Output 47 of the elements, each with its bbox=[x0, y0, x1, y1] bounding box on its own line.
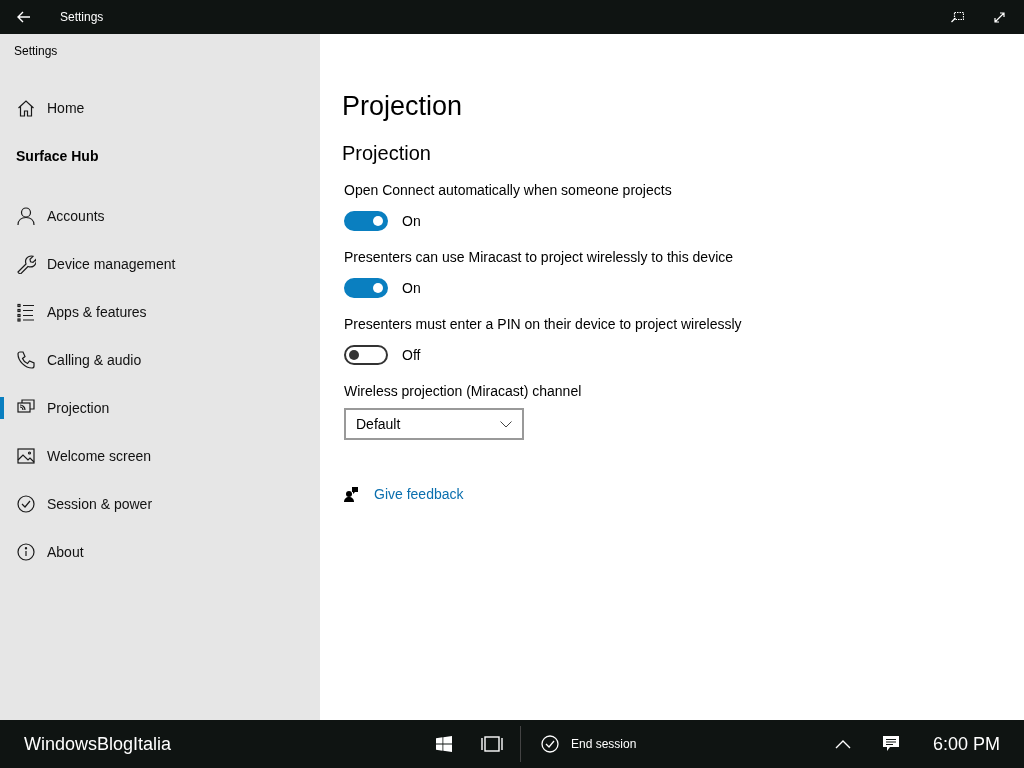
wrench-icon bbox=[16, 254, 36, 274]
windows-logo-icon bbox=[436, 736, 452, 752]
toggle-state: On bbox=[402, 213, 421, 229]
back-arrow-icon bbox=[17, 11, 31, 23]
nav-item[interactable]: Device management bbox=[0, 240, 320, 288]
check-circle-icon bbox=[16, 494, 36, 514]
page-heading: Projection bbox=[342, 90, 464, 122]
clock-time: 6:00 PM bbox=[932, 733, 1000, 755]
task-view-icon bbox=[480, 736, 504, 752]
feedback-person-icon bbox=[344, 486, 358, 502]
sidebar-title: Settings bbox=[14, 44, 59, 58]
nav-item[interactable]: Projection bbox=[0, 384, 320, 432]
setting-label: Wireless projection (Miracast) channel bbox=[344, 382, 582, 400]
device-name: WindowsBlogItalia bbox=[24, 733, 173, 755]
picture-icon bbox=[16, 446, 36, 466]
setting-label: Open Connect automatically when someone projects bbox=[344, 181, 672, 199]
end-session-button[interactable]: End session bbox=[531, 720, 647, 768]
toggle-switch[interactable] bbox=[344, 345, 388, 365]
nav-item[interactable]: Calling & audio bbox=[0, 336, 320, 384]
toggle-state: On bbox=[402, 280, 421, 296]
toggle-switch[interactable] bbox=[344, 211, 388, 231]
nav-item[interactable]: Welcome screen bbox=[0, 432, 320, 480]
dashed-selection-icon bbox=[950, 11, 964, 23]
nav-item[interactable]: Apps & features bbox=[0, 288, 320, 336]
home-nav-item[interactable]: Home bbox=[0, 84, 320, 132]
window-title: Settings bbox=[60, 10, 105, 24]
section-heading: Projection bbox=[342, 141, 432, 165]
toggle-state: Off bbox=[402, 347, 421, 363]
channel-dropdown[interactable]: Default bbox=[344, 408, 524, 440]
nav-item[interactable]: Accounts bbox=[0, 192, 320, 240]
setting-label: Presenters must enter a PIN on their device to project wirelessly bbox=[344, 315, 742, 333]
info-icon bbox=[16, 542, 36, 562]
nav-item[interactable]: Session & power bbox=[0, 480, 320, 528]
list-icon bbox=[16, 302, 36, 322]
section-heading: Surface Hub bbox=[16, 148, 99, 164]
message-icon bbox=[882, 736, 899, 752]
person-icon bbox=[16, 206, 36, 226]
diagonal-arrows-icon bbox=[993, 11, 1005, 23]
chevron-up-icon bbox=[834, 739, 851, 749]
home-icon bbox=[16, 98, 36, 118]
chevron-down-icon bbox=[500, 420, 512, 428]
phone-icon bbox=[16, 350, 36, 370]
nav-item[interactable]: About bbox=[0, 528, 320, 576]
check-circle-icon bbox=[541, 735, 559, 753]
toggle-switch[interactable] bbox=[344, 278, 388, 298]
setting-label: Presenters can use Miracast to project wirelessly to this device bbox=[344, 248, 734, 266]
give-feedback-link[interactable]: Give feedback bbox=[374, 486, 464, 502]
